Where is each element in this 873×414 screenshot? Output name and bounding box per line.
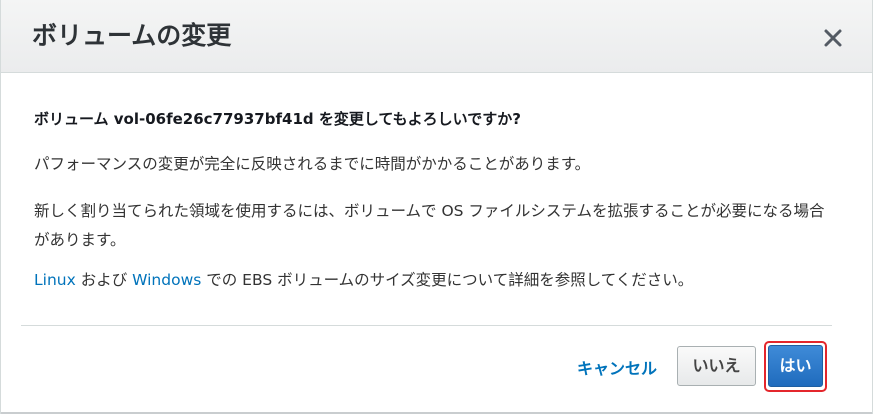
performance-notice: パフォーマンスの変更が完全に反映されるまでに時間がかかることがあります。 bbox=[34, 155, 591, 173]
yes-button[interactable]: はい bbox=[768, 345, 823, 387]
resize-docs-text: での EBS ボリュームのサイズ変更について詳細を参照してください。 bbox=[201, 271, 694, 289]
dialog-header: ボリュームの変更 bbox=[1, 0, 872, 73]
filesystem-notice: 新しく割り当てられた領域を使用するには、ボリュームで OS ファイルシステムを拡… bbox=[34, 202, 825, 249]
linux-docs-link[interactable]: Linux bbox=[34, 271, 76, 289]
dialog-title: ボリュームの変更 bbox=[32, 21, 232, 50]
and-text: および bbox=[75, 271, 133, 289]
cancel-button[interactable]: キャンセル bbox=[577, 357, 657, 381]
footer-divider bbox=[21, 325, 832, 326]
close-button[interactable] bbox=[822, 27, 844, 49]
resize-docs-notice: Linux および Windows での EBS ボリュームのサイズ変更について… bbox=[34, 266, 834, 295]
no-button[interactable]: いいえ bbox=[677, 346, 756, 386]
modify-volume-dialog: ボリュームの変更 ボリューム vol-06fe26c77937bf41d を変更… bbox=[0, 0, 873, 414]
confirmation-question: ボリューム vol-06fe26c77937bf41d を変更してもよろしいです… bbox=[34, 110, 521, 128]
windows-docs-link[interactable]: Windows bbox=[132, 271, 201, 289]
close-icon bbox=[824, 29, 842, 47]
